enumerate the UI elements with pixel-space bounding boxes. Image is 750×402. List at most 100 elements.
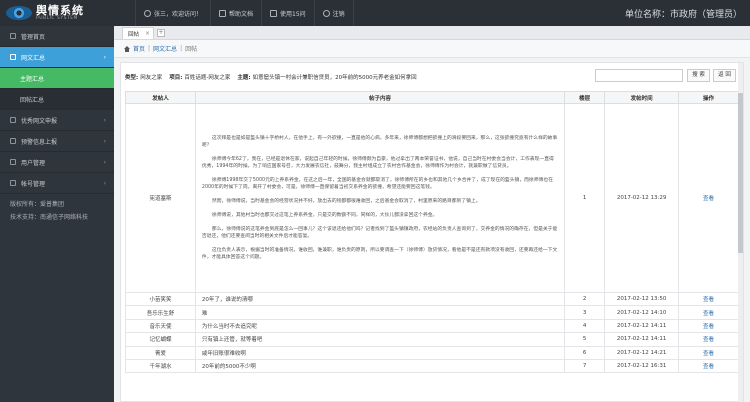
- logo-subtitle: PUBLIC SYSTEM: [36, 15, 78, 21]
- post-floor: 3: [564, 305, 606, 320]
- tab-reply[interactable]: 回帖 ×: [122, 27, 155, 39]
- post-author: 千年湖水: [125, 358, 196, 374]
- view-link[interactable]: 查看: [678, 345, 739, 360]
- post-author: 菁爱: [125, 345, 196, 360]
- logout-link[interactable]: 注销: [313, 0, 354, 26]
- sidebar-item-home[interactable]: 管理首页: [0, 26, 114, 47]
- post-time: 2017-02-12 14:10: [604, 305, 680, 320]
- gear-icon: [10, 180, 16, 186]
- view-link[interactable]: 查看: [678, 103, 739, 293]
- topic-project: 百姓话题-网友之家: [184, 75, 231, 81]
- post-floor: 1: [564, 103, 606, 293]
- view-link[interactable]: 查看: [678, 291, 739, 307]
- search-input[interactable]: [595, 69, 683, 82]
- topic-type: 网友之家: [140, 75, 163, 81]
- table-row: 小苗笑笑 20年了，谁说的清哪 2 2017-02-12 13:50 查看: [125, 291, 739, 307]
- column-content: 帖子内容: [194, 91, 566, 104]
- top-menu: 张三，欢迎访问！ 帮助文档 使用15问 注销: [135, 0, 354, 26]
- table-row: 宪道塞斯 这次拜是也是如是盔头镇十字桥村人，在他手上，有一外欲撞，一直是他的心病…: [125, 103, 739, 293]
- breadcrumb: 首页 | 网文汇总 | 回帖: [114, 40, 750, 58]
- post-time: 2017-02-12 14:11: [604, 332, 680, 347]
- sidebar-item-excellent-article[interactable]: 优秀网文申报 ›: [0, 110, 114, 131]
- post-author: 宪道塞斯: [125, 103, 196, 293]
- search-button[interactable]: 搜 索: [687, 69, 710, 82]
- help-doc-link[interactable]: 帮助文档: [210, 0, 261, 26]
- sidebar-item-article-summary[interactable]: 网文汇总 ›: [0, 47, 114, 68]
- table-row: 菁爱 咸年旧账很难收啊 6 2017-02-12 14:21 查看: [125, 345, 739, 360]
- sidebar-item-reply-summary[interactable]: 回帖汇总: [0, 89, 114, 110]
- welcome-user[interactable]: 张三，欢迎访问！: [135, 0, 210, 26]
- post-floor: 4: [564, 318, 606, 334]
- main-content: 回帖 × + 首页 | 网文汇总 | 回帖 类型: 网友之家 项目: 百姓话题-网友之…: [114, 26, 750, 402]
- column-author: 发帖人: [125, 91, 196, 104]
- post-time: 2017-02-12 13:50: [604, 291, 680, 307]
- table-row: 记忆蝴蝶 只有镇上还管，就等着吧 5 2017-02-12 14:11 查看: [125, 332, 739, 347]
- post-time: 2017-02-12 16:31: [604, 358, 680, 374]
- post-time: 2017-02-12 14:21: [604, 345, 680, 360]
- breadcrumb-article-summary[interactable]: 网文汇总: [153, 44, 177, 53]
- post-content: 难: [194, 305, 566, 320]
- table-row: 吾乐乐生舒 难 3 2017-02-12 14:10 查看: [125, 305, 739, 320]
- home-icon: [10, 33, 16, 39]
- topic-subject: 如意窟头镇一村会计兼职信贷员，20年前的5000元养老金如何拿回: [252, 75, 417, 81]
- post-floor: 2: [564, 291, 606, 307]
- column-time: 发帖时间: [604, 91, 680, 104]
- scrollbar-thumb[interactable]: [738, 93, 743, 253]
- post-author: 吾乐乐生舒: [125, 305, 196, 320]
- topic-info: 类型: 网友之家 项目: 百姓话题-网友之家 主题: 如意窟头镇一村会计兼职信贷员，2…: [121, 63, 743, 91]
- post-author: 音乐天使: [125, 318, 196, 334]
- question-icon: [270, 9, 278, 17]
- scrollbar[interactable]: [738, 63, 743, 402]
- sidebar-item-warning-report[interactable]: 预警信息上报 ›: [0, 131, 114, 152]
- sidebar-info: 版权所有：爱普集团 技术支持：南通信子网络科技: [0, 194, 114, 228]
- logo-title: 舆情系统: [36, 3, 84, 17]
- post-time: 2017-02-12 14:11: [604, 318, 680, 334]
- post-content: 只有镇上还管，就等着吧: [194, 332, 566, 347]
- breadcrumb-current: 回帖: [185, 46, 198, 53]
- sidebar: 管理首页 网文汇总 › 主题汇总 回帖汇总 优秀网文申报 › 预警信息上报 › 用户管…: [0, 26, 114, 402]
- view-link[interactable]: 查看: [678, 305, 739, 320]
- close-icon[interactable]: ×: [145, 30, 150, 37]
- faq-link[interactable]: 使用15问: [261, 0, 314, 26]
- table-header: 发帖人 帖子内容 楼层 发帖时间 操作: [125, 91, 739, 104]
- users-icon: [10, 159, 16, 165]
- post-content: 为什么当时不去追究呢: [194, 318, 566, 334]
- sidebar-item-account-management[interactable]: 帐号管理 ›: [0, 173, 114, 194]
- post-floor: 5: [564, 332, 606, 347]
- column-action: 操作: [678, 91, 739, 104]
- chevron-right-icon: ›: [103, 53, 106, 61]
- sidebar-item-user-management[interactable]: 用户管理 ›: [0, 152, 114, 173]
- chevron-right-icon: ›: [103, 158, 106, 166]
- post-time: 2017-02-12 13:29: [604, 103, 680, 293]
- top-bar: 舆情系统 PUBLIC SYSTEM 张三，欢迎访问！ 帮助文档 使用15问 注…: [0, 0, 750, 26]
- post-content: 咸年旧账很难收啊: [194, 345, 566, 360]
- add-tab-button[interactable]: +: [157, 29, 166, 37]
- post-content: 这次拜是也是如是盔头镇十字桥村人，在他手上，有一外欲撞，一直是他的心病，多年来，…: [194, 103, 566, 293]
- chevron-right-icon: ›: [103, 179, 106, 187]
- post-author: 小苗笑笑: [125, 291, 196, 307]
- power-icon: [322, 9, 330, 17]
- list-icon: [10, 54, 16, 60]
- content-panel: 类型: 网友之家 项目: 百姓话题-网友之家 主题: 如意窟头镇一村会计兼职信贷员，2…: [120, 62, 744, 402]
- table-row: 音乐天使 为什么当时不去追究呢 4 2017-02-12 14:11 查看: [125, 318, 739, 334]
- chevron-right-icon: ›: [103, 116, 106, 124]
- tab-bar: 回帖 × +: [114, 26, 750, 40]
- sidebar-item-topic-summary[interactable]: 主题汇总: [0, 68, 114, 89]
- back-button[interactable]: 返 回: [713, 69, 736, 82]
- breadcrumb-home[interactable]: 首页: [133, 44, 145, 53]
- reply-table: 发帖人 帖子内容 楼层 发帖时间 操作 宪道塞斯 这次拜是也是如是盔头镇十字桥村…: [125, 91, 739, 374]
- warning-icon: [10, 138, 16, 144]
- app-logo[interactable]: 舆情系统 PUBLIC SYSTEM: [6, 3, 114, 23]
- post-floor: 7: [564, 358, 606, 374]
- copyright-text: 版权所有：爱普集团: [10, 201, 65, 208]
- chevron-right-icon: ›: [103, 137, 106, 145]
- user-icon: [144, 9, 151, 17]
- column-floor: 楼层: [564, 91, 606, 104]
- post-content: 20年了，谁说的清哪: [194, 291, 566, 307]
- view-link[interactable]: 查看: [678, 358, 739, 374]
- post-content: 20年前的5000不少啊: [194, 358, 566, 374]
- unit-name: 单位名称：市政府（管理员）: [624, 10, 742, 20]
- view-link[interactable]: 查看: [678, 318, 739, 334]
- view-link[interactable]: 查看: [678, 332, 739, 347]
- document-icon: [219, 9, 227, 17]
